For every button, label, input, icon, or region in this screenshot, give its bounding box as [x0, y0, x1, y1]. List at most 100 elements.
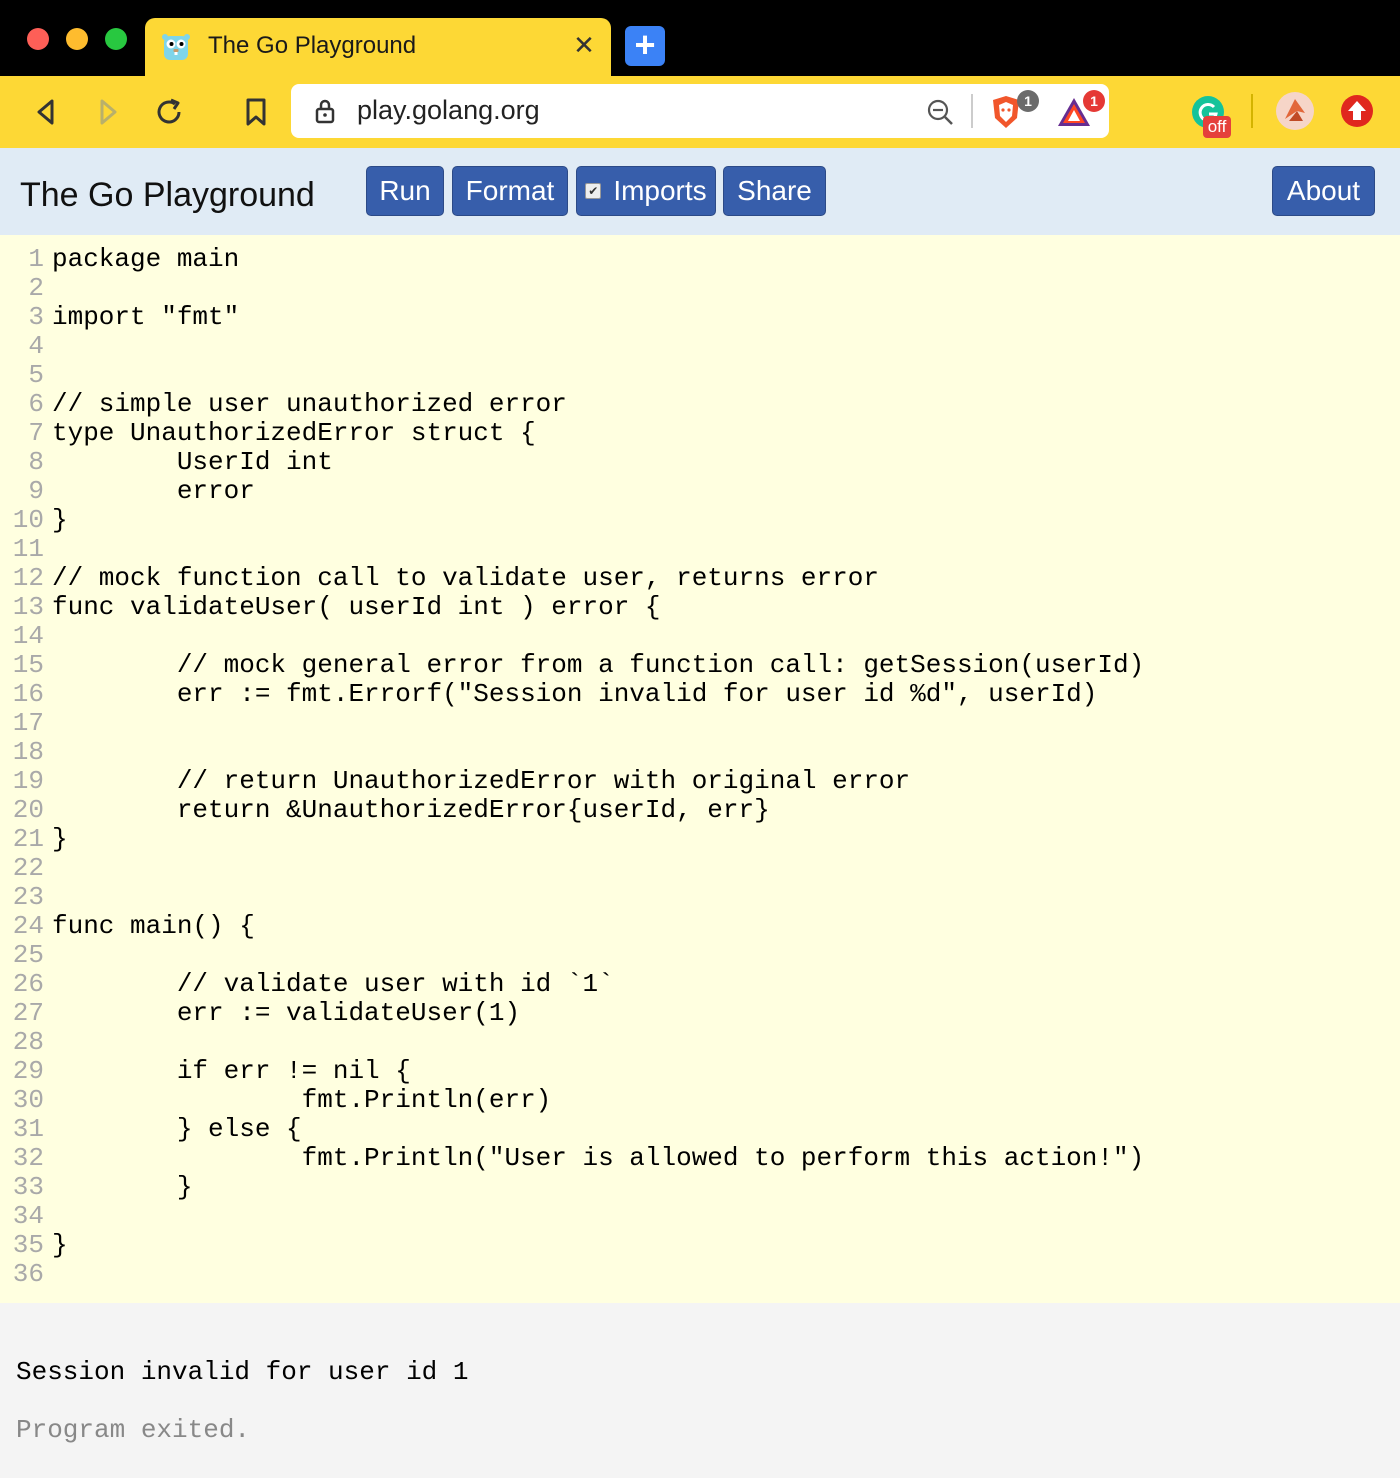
format-button[interactable]: Format [452, 166, 568, 216]
code-text[interactable]: import "fmt" [52, 302, 239, 332]
code-line[interactable]: 11 [0, 535, 52, 564]
line-number: 25 [12, 940, 44, 970]
code-text[interactable]: } [52, 1172, 193, 1202]
code-line[interactable]: 32 fmt.Println("User is allowed to perfo… [0, 1144, 1144, 1173]
forward-arrow-icon[interactable] [88, 92, 128, 132]
zoom-out-icon[interactable] [925, 97, 955, 127]
code-text[interactable]: fmt.Println(err) [52, 1085, 552, 1115]
new-tab-button[interactable]: + [625, 26, 665, 66]
code-line[interactable]: 14 [0, 622, 52, 651]
imports-checkbox[interactable]: ✔ [585, 182, 602, 199]
line-number: 28 [12, 1027, 44, 1057]
code-line[interactable]: 12 // mock function call to validate user… [0, 564, 879, 593]
code-text[interactable]: // simple user unauthorized error [52, 389, 567, 419]
line-number: 24 [12, 911, 44, 941]
code-line[interactable]: 19 // return UnauthorizedError with orig… [0, 767, 910, 796]
code-line[interactable]: 28 [0, 1028, 52, 1057]
code-line[interactable]: 2 [0, 274, 52, 303]
lock-icon [315, 99, 335, 124]
code-line[interactable]: 18 [0, 738, 52, 767]
share-button[interactable]: Share [723, 166, 826, 216]
line-number: 14 [12, 621, 44, 651]
line-number: 21 [12, 824, 44, 854]
line-number: 2 [28, 273, 44, 303]
run-button[interactable]: Run [366, 166, 444, 216]
code-line[interactable]: 23 [0, 883, 52, 912]
code-line[interactable]: 6 // simple user unauthorized error [0, 390, 567, 419]
line-number: 12 [12, 563, 44, 593]
code-text[interactable]: if err != nil { [52, 1056, 411, 1086]
code-line[interactable]: 36 [0, 1260, 52, 1289]
code-line[interactable]: 4 [0, 332, 52, 361]
close-tab-icon[interactable]: ✕ [569, 30, 599, 60]
code-line[interactable]: 22 [0, 854, 52, 883]
code-text[interactable]: func validateUser( userId int ) error { [52, 592, 661, 622]
line-number: 23 [12, 882, 44, 912]
code-text[interactable]: UserId int [52, 447, 333, 477]
code-line[interactable]: 16 err := fmt.Errorf("Session invalid fo… [0, 679, 1098, 709]
back-arrow-icon[interactable] [26, 92, 66, 132]
line-number: 34 [12, 1201, 44, 1231]
code-text[interactable]: fmt.Println("User is allowed to perform … [52, 1143, 1145, 1173]
reload-icon[interactable] [149, 92, 189, 132]
code-line[interactable]: 8 UserId int [0, 447, 333, 477]
line-number: 33 [12, 1172, 44, 1202]
code-text[interactable]: return &UnauthorizedError{userId, err} [52, 795, 770, 825]
code-text[interactable]: func main() { [52, 911, 255, 941]
code-text[interactable]: // mock function call to validate user, … [52, 563, 879, 593]
code-line[interactable]: 24 func main() { [0, 912, 255, 941]
code-line[interactable]: 1 package main [0, 245, 239, 274]
line-number: 1 [28, 244, 44, 274]
code-text[interactable]: } else { [52, 1114, 302, 1144]
code-text[interactable]: err := fmt.Errorf("Session invalid for u… [52, 679, 1098, 709]
address-bar[interactable]: play.golang.org 1 1 [291, 84, 1109, 138]
line-number: 30 [12, 1085, 44, 1115]
code-text[interactable]: err := validateUser(1) [52, 998, 520, 1028]
profile-avatar-icon[interactable] [1275, 91, 1315, 131]
browser-tab[interactable]: The Go Playground ✕ [145, 18, 611, 76]
close-window-button[interactable] [27, 28, 49, 50]
code-text[interactable]: type UnauthorizedError struct { [52, 418, 536, 448]
code-line[interactable]: 17 [0, 709, 52, 738]
code-text[interactable]: // mock general error from a function ca… [52, 650, 1144, 680]
zoom-window-button[interactable] [105, 28, 127, 50]
code-line[interactable]: 27 err := validateUser(1) [0, 999, 520, 1028]
minimize-window-button[interactable] [66, 28, 88, 50]
code-text[interactable]: } [52, 505, 68, 535]
code-line[interactable]: 35} [0, 1231, 68, 1260]
code-text[interactable]: error [52, 476, 255, 506]
browser-toolbar: play.golang.org 1 1 off [0, 76, 1400, 148]
code-text[interactable]: // return UnauthorizedError with origina… [52, 766, 910, 796]
line-number: 18 [12, 737, 44, 767]
code-line[interactable]: 5 [0, 361, 52, 390]
code-text[interactable]: package main [52, 244, 239, 274]
line-number: 31 [12, 1114, 44, 1144]
code-line[interactable]: 30 fmt.Println(err) [0, 1085, 552, 1115]
code-text[interactable]: } [52, 1230, 68, 1260]
code-line[interactable]: 26 // validate user with id `1` [0, 970, 614, 999]
toolbar-divider [1251, 94, 1253, 128]
code-line[interactable]: 13 func validateUser( userId int ) error … [0, 593, 661, 622]
code-line[interactable]: 15 // mock general error from a function… [0, 651, 1144, 680]
code-text[interactable]: } [52, 824, 68, 854]
code-line[interactable]: 25 [0, 941, 52, 970]
code-line[interactable]: 7 type UnauthorizedError struct { [0, 418, 536, 448]
line-number: 5 [28, 360, 44, 390]
code-line[interactable]: 33 } [0, 1172, 193, 1202]
about-button[interactable]: About [1272, 166, 1375, 216]
code-editor[interactable]: 1 package main 2 3 import "fmt" 4 5 6 // simple … [0, 235, 1400, 1303]
code-line[interactable]: 21} [0, 825, 68, 854]
code-line[interactable]: 9 error [0, 476, 255, 506]
bookmark-icon[interactable] [236, 92, 276, 132]
update-arrow-icon[interactable] [1340, 94, 1374, 128]
code-line[interactable]: 31 } else { [0, 1115, 302, 1144]
bat-badge: 1 [1083, 90, 1105, 112]
code-line[interactable]: 20 return &UnauthorizedError{userId, err… [0, 796, 770, 825]
code-line[interactable]: 10} [0, 506, 68, 535]
imports-toggle[interactable]: ✔ Imports [576, 166, 716, 216]
code-line[interactable]: 3 import "fmt" [0, 303, 239, 332]
line-number: 3 [28, 302, 44, 332]
code-line[interactable]: 34 [0, 1202, 52, 1231]
code-text[interactable]: // validate user with id `1` [52, 969, 614, 999]
code-line[interactable]: 29 if err != nil { [0, 1057, 411, 1086]
